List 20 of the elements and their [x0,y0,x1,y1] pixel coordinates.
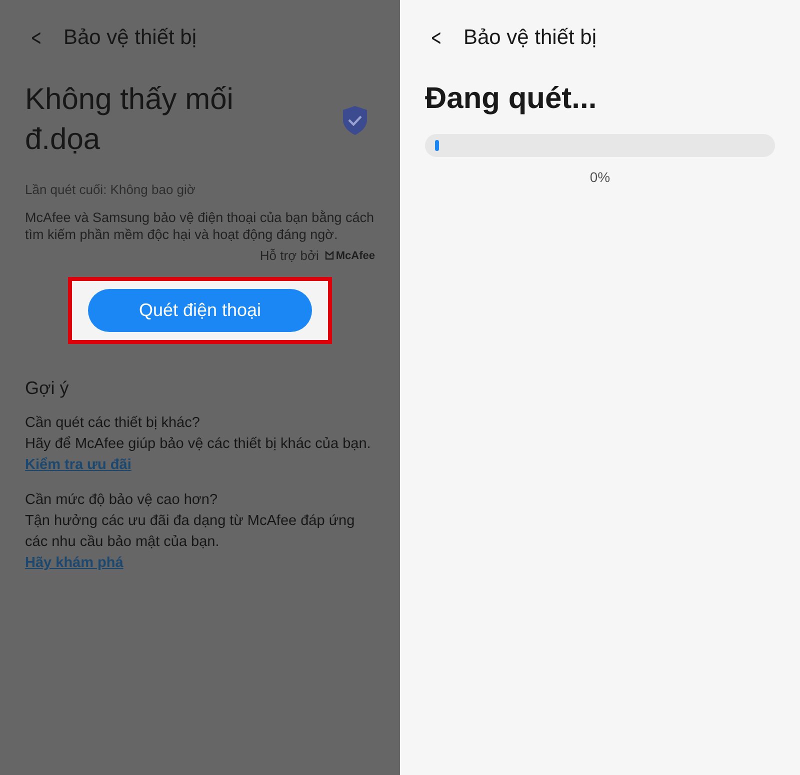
suggestion-link[interactable]: Hãy khám phá [25,553,124,574]
scan-status-title: Đang quét... [425,82,598,116]
screen-title: Bảo vệ thiết bị [463,26,597,50]
shield-check-icon [343,106,367,134]
suggestion-text: Tận hưởng các ưu đãi đa dạng từ McAfee đáp ứng các nhu cầu bảo mật của bạn. [25,512,356,552]
brand-logo: McAfee [324,250,375,262]
description-text: McAfee và Samsung bảo vệ điện thoại của bạn bằng cách tìm kiếm phần mềm độc hại và hoạt động đáng ngờ. [25,209,375,243]
suggestion-question: Cần mức độ bảo vệ cao hơn? [25,491,219,510]
last-scan-text: Lần quét cuối: Không bao giờ [25,182,196,197]
suggestion-link[interactable]: Kiểm tra ưu đãi [25,455,132,476]
screen-title: Bảo vệ thiết bị [63,26,197,50]
section-title: Gợi ý [25,378,70,399]
powered-by-label: Hỗ trợ bởi [260,248,319,263]
status-title: Không thấy mối đ.dọa [25,82,234,158]
suggestion-question: Cần quét các thiết bị khác? [25,414,201,433]
back-button[interactable]: < [429,26,443,50]
progress-reading: 0% [588,169,612,185]
scan-phone-button[interactable]: Quét điện thoại [88,289,312,332]
back-button[interactable]: < [29,26,43,50]
suggestion-text: Hãy để McAfee giúp bảo vệ các thiết bị khác của bạn. [25,435,372,454]
